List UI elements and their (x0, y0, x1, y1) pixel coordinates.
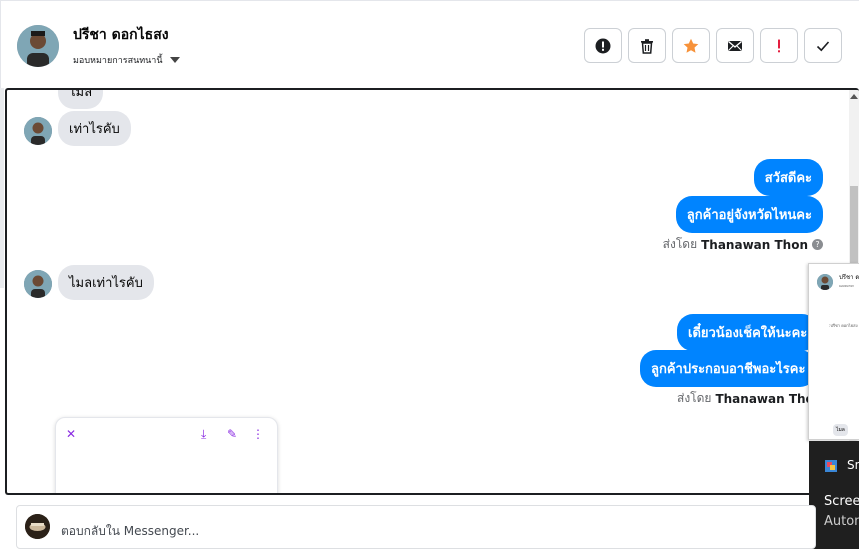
mark-unread-button[interactable] (716, 28, 754, 63)
reply-input[interactable]: ตอบกลับใน Messenger... (61, 522, 199, 541)
important-icon (778, 39, 780, 52)
star-button[interactable] (672, 28, 710, 63)
sent-by-name: Thanawan Thon (715, 391, 823, 406)
star-icon (683, 38, 699, 53)
notification-title: Screen (824, 494, 859, 509)
preview-avatar (817, 274, 833, 290)
reply-box[interactable]: ตอบกลับใน Messenger... (16, 505, 816, 549)
screenshot-toolbar-overlay: ✕ ⤓ ✎ ⋮ (55, 417, 278, 493)
scroll-up-icon[interactable] (850, 94, 858, 99)
preview-sub: มอบหมายก (839, 284, 854, 288)
message-outgoing: สวัสดีคะ (753, 159, 823, 196)
check-icon (816, 40, 830, 51)
contact-avatar[interactable] (17, 25, 59, 67)
message-thread[interactable]: ไมล เท่าไรคับ สวัสดีคะ ลูกค้าอยู่จังหวัด… (5, 88, 859, 495)
notification-app-name: Sn (847, 458, 859, 472)
mail-icon (728, 40, 742, 51)
action-toolbar (584, 28, 842, 63)
snipping-notification[interactable]: Sn Screen Autom (809, 441, 859, 549)
message-incoming: ไมลเท่าไรคับ (58, 265, 154, 300)
sent-by-prefix: ส่งโดย (662, 237, 698, 251)
mark-done-button[interactable] (804, 28, 842, 63)
sent-by-name: Thanawan Thon (701, 237, 808, 252)
page-avatar (25, 514, 50, 539)
message-outgoing: เดี๋ยวน้องเช็คให้นะคะ (677, 314, 819, 351)
delete-button[interactable] (628, 28, 666, 63)
preview-name: ปรีชา ด (839, 274, 859, 281)
message-outgoing: ลูกค้าประกอบอาชีพอะไรคะ (640, 350, 817, 387)
chevron-down-icon (169, 57, 180, 63)
left-edge (0, 88, 4, 288)
download-icon[interactable]: ⤓ (201, 427, 206, 442)
assign-label: มอบหมายการสนทนานี้ (73, 56, 163, 66)
trash-icon (641, 38, 653, 54)
preview-bubble: ไมล (833, 424, 848, 436)
sender-avatar (24, 270, 52, 298)
mark-spam-button[interactable] (584, 28, 622, 63)
edit-icon[interactable]: ✎ (227, 427, 237, 441)
message-incoming-partial: ไมล (58, 90, 104, 109)
mark-important-button[interactable] (760, 28, 798, 63)
message-outgoing: ลูกค้าอยู่จังหวัดไหนคะ (675, 196, 823, 233)
assign-conversation-dropdown[interactable]: มอบหมายการสนทนานี้ (73, 53, 180, 67)
sender-avatar (24, 117, 52, 145)
snipping-tool-icon (824, 458, 838, 472)
sent-by-prefix: ส่งโดย (677, 391, 712, 405)
conversation-page: ปรีชา ดอกไธสง มอบหมายการสนทนานี้ ไมล เท่… (0, 0, 859, 549)
more-icon[interactable]: ⋮ (252, 427, 264, 441)
alert-circle-icon (595, 38, 611, 53)
sent-by-label: ส่งโดย Thanawan Thon ? (663, 235, 823, 254)
message-incoming: เท่าไรคับ (58, 111, 131, 146)
screenshot-preview-thumbnail[interactable]: ปรีชา ด มอบหมายก :ปรีชา ดอกไธสง ไมล (808, 263, 859, 440)
conversation-header: ปรีชา ดอกไธสง มอบหมายการสนทนานี้ (0, 0, 859, 88)
contact-name: ปรีชา ดอกไธสง (73, 27, 169, 43)
notification-body: Autom (824, 514, 859, 529)
preview-text: :ปรีชา ดอกไธสง (829, 323, 858, 328)
help-icon[interactable]: ? (812, 239, 823, 250)
sent-by-label: ส่งโดย Thanawan Thon (677, 389, 822, 408)
close-icon[interactable]: ✕ (66, 427, 76, 441)
